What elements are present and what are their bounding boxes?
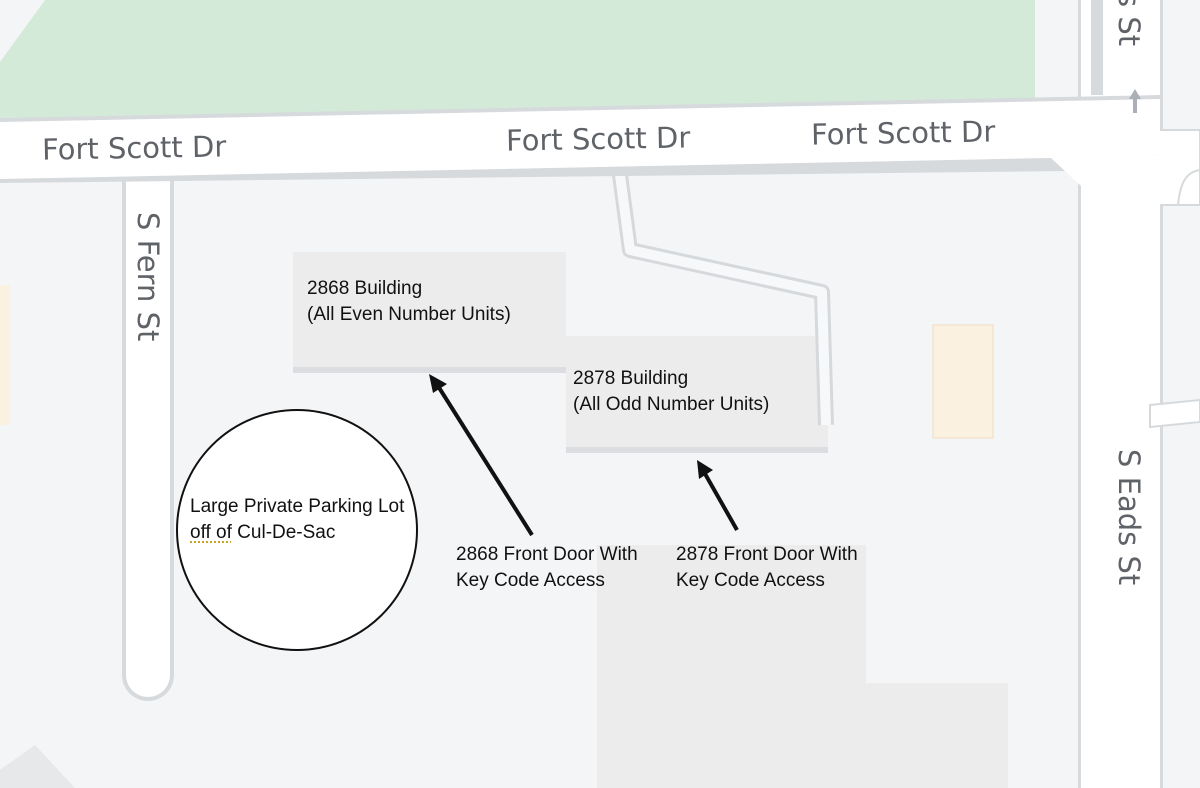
- parking-lot-line1: Large Private Parking Lot: [190, 496, 405, 517]
- parking-lot-label: Large Private Parking Lot off of Cul-De-…: [190, 494, 404, 546]
- door-2878-line1: 2878 Front Door With: [676, 544, 858, 565]
- building-2868-label: 2868 Building (All Even Number Units): [307, 276, 511, 328]
- street-label-fort-scott-dr: Fort Scott Dr: [505, 120, 691, 158]
- street-label-s-fern-st: S Fern St: [131, 212, 165, 342]
- street-label-s-eads-st-top: s St: [1112, 0, 1146, 47]
- building-2868-name: 2868 Building: [307, 278, 423, 299]
- arrowhead-2868: [429, 374, 447, 393]
- arrow-2878-front-door: [702, 471, 739, 531]
- park-area: [0, 0, 1035, 118]
- map-canvas[interactable]: Fort Scott Dr Fort Scott Dr Fort Scott D…: [0, 0, 1200, 788]
- building-sw-footprint: [0, 745, 75, 788]
- door-2868-line2: Key Code Access: [456, 570, 605, 591]
- fort-scott-dr-ramp: [1050, 154, 1160, 400]
- street-label-s-eads-st: S Eads St: [1112, 449, 1146, 586]
- building-2868-units: (All Even Number Units): [307, 304, 511, 325]
- eads-cross-road: [1149, 398, 1200, 429]
- door-2868-line1: 2868 Front Door With: [456, 544, 638, 565]
- up-arrow-icon: [1129, 89, 1141, 113]
- door-2868-label: 2868 Front Door With Key Code Access: [456, 542, 638, 594]
- street-label-fort-scott-dr: Fort Scott Dr: [810, 114, 996, 152]
- street-label-fort-scott-dr: Fort Scott Dr: [41, 129, 227, 167]
- door-2878-line2: Key Code Access: [676, 570, 825, 591]
- building-2878-units: (All Odd Number Units): [573, 394, 770, 415]
- building-2878-name: 2878 Building: [573, 368, 689, 389]
- parking-lot-line2-offof: off of: [190, 522, 232, 543]
- building-2878-shadow: [566, 447, 828, 453]
- parking-lot-line2: off of Cul-De-Sac: [190, 520, 404, 546]
- arrow-2868-front-door: [436, 384, 534, 537]
- building-east-footprint: [932, 324, 994, 439]
- door-2878-label: 2878 Front Door With Key Code Access: [676, 542, 858, 594]
- building-2868-shadow: [293, 367, 566, 373]
- parking-lot-line2-rest: Cul-De-Sac: [231, 522, 336, 543]
- building-2878-label: 2878 Building (All Odd Number Units): [573, 366, 769, 418]
- building-west-footprint: [0, 285, 10, 425]
